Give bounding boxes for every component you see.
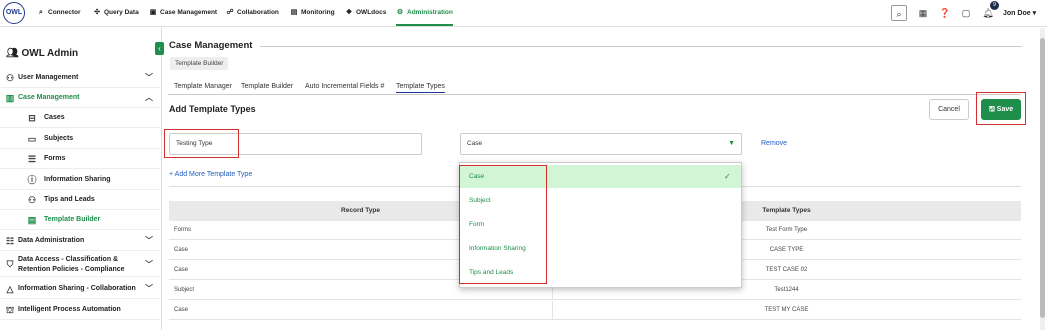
notification-badge: 9 — [990, 1, 999, 10]
nav-monitoring[interactable]: ▤ Monitoring — [290, 0, 335, 26]
check-icon: ✓ — [724, 172, 731, 181]
dropdown-option-information-sharing[interactable]: Information Sharing — [460, 237, 741, 260]
title-divider — [260, 46, 1022, 47]
tab-template-builder[interactable]: Template Builder — [241, 83, 293, 90]
record-type-select[interactable]: Case ▼ — [460, 133, 742, 155]
admin-icon: ⚙ — [396, 9, 404, 16]
shield-icon: ⛉ — [6, 259, 14, 269]
owl-logo[interactable]: OWL — [3, 2, 25, 24]
sidebar-item-case-management[interactable]: ▥ Case Management ︿ — [0, 88, 160, 108]
database-icon: ☷ — [5, 236, 15, 246]
sidebar-item-subjects[interactable]: ▭ Subjects — [0, 129, 160, 149]
tab-bar: Template Manager Template Builder Auto I… — [168, 80, 1021, 95]
cell-template-type: TEST MY CASE — [764, 307, 809, 313]
calendar-icon[interactable]: ▦ — [915, 5, 931, 21]
sidebar-item-forms[interactable]: ☰ Forms — [0, 149, 160, 169]
chevron-up-icon: ︿ — [145, 93, 153, 102]
scrollbar-thumb[interactable] — [1040, 38, 1045, 318]
tab-auto-incremental-fields[interactable]: Auto Incremental Fields # — [305, 83, 384, 90]
sidebar-title: 👥︎ OWL Admin — [6, 48, 79, 59]
form-icon: ☰ — [27, 154, 37, 164]
sidebar-item-intelligent-process-automation[interactable]: ⛫ Intelligent Process Automation — [0, 300, 160, 320]
remove-link[interactable]: Remove — [761, 140, 787, 147]
search-icon[interactable]: ⌕ — [891, 5, 907, 21]
briefcase-icon: ⊟ — [28, 113, 36, 123]
dropdown-option-case[interactable]: Case ✓ — [460, 165, 741, 188]
cell-record-type: Subject — [174, 287, 195, 293]
breadcrumb[interactable]: Template Builder — [170, 57, 229, 70]
sidebar-item-cases[interactable]: ⊟ Cases — [0, 108, 160, 128]
people-icon: ⚇ — [27, 195, 37, 205]
add-more-template-type-link[interactable]: + Add More Template Type — [169, 171, 252, 178]
nav-owldocs[interactable]: ❖ OWLdocs — [345, 0, 386, 26]
admin-users-icon: 👥︎ — [6, 48, 19, 59]
cell-record-type: Case — [174, 247, 189, 253]
sidebar-item-tips-and-leads[interactable]: ⚇ Tips and Leads — [0, 190, 160, 210]
chevron-down-icon: ﹀ — [145, 236, 153, 245]
dropdown-option-subject[interactable]: Subject — [460, 189, 741, 212]
page-title: Case Management — [169, 40, 253, 51]
sidebar-item-template-builder[interactable]: ▤ Template Builder — [0, 210, 160, 230]
sidebar-item-data-access[interactable]: ⛉ Data Access - Classification & Retentio… — [0, 252, 160, 277]
chevron-down-icon: ﹀ — [145, 284, 153, 293]
sidebar-item-information-sharing-collaboration[interactable]: △ Information Sharing - Collaboration ﹀ — [0, 279, 160, 299]
info-icon: ⓘ — [27, 175, 37, 185]
inbox-icon[interactable]: ▢ — [958, 5, 974, 21]
chevron-down-icon: ▾ — [1032, 10, 1037, 17]
section-title: Add Template Types — [169, 104, 256, 114]
caret-down-icon: ▼ — [728, 140, 735, 147]
nav-query-data[interactable]: ✣ Query Data — [93, 0, 139, 26]
cell-record-type: Case — [174, 267, 189, 273]
users-icon: ⚇ — [5, 73, 15, 83]
sidebar-item-data-administration[interactable]: ☷ Data Administration ﹀ — [0, 231, 160, 251]
automation-icon: ⛫ — [5, 305, 15, 315]
nav-administration[interactable]: ⚙ Administration — [396, 0, 453, 26]
chevron-down-icon: ﹀ — [145, 73, 153, 82]
dropdown-option-tips-and-leads[interactable]: Tips and Leads — [460, 261, 741, 284]
docs-icon: ❖ — [345, 9, 353, 16]
record-type-dropdown: Case ✓ Subject Form Information Sharing … — [459, 162, 742, 288]
folder-icon: ▭ — [27, 134, 37, 144]
folder-icon: ▣ — [149, 9, 157, 16]
user-menu[interactable]: Jon Doe ▾ — [1003, 0, 1036, 27]
cancel-button[interactable]: Cancel — [929, 99, 969, 120]
move-icon: ✣ — [94, 9, 100, 16]
bell-icon[interactable]: 🔔︎ 9 — [980, 1, 999, 21]
top-navbar: OWL ⌕ Connector ✣ Query Data ▣ Case Managem… — [0, 0, 1047, 27]
help-icon[interactable]: ❓ — [937, 5, 953, 21]
people-icon: ☍ — [226, 9, 234, 16]
template-type-input[interactable]: Testing Type — [169, 133, 422, 155]
nav-collaboration[interactable]: ☍ Collaboration — [226, 0, 278, 26]
dropdown-option-form[interactable]: Form — [460, 213, 741, 236]
share-icon: △ — [6, 284, 14, 294]
save-button[interactable]: 🖫︎ Save — [981, 99, 1021, 120]
nav-case-management[interactable]: ▣ Case Management — [149, 0, 217, 26]
books-icon: ▥ — [5, 93, 15, 103]
template-icon: ▤ — [27, 215, 37, 225]
scrollbar[interactable] — [1040, 28, 1045, 330]
save-icon: 🖫︎ — [988, 106, 995, 113]
monitor-icon: ▤ — [290, 9, 298, 16]
tab-template-manager[interactable]: Template Manager — [174, 83, 232, 90]
table-row[interactable]: Case TEST MY CASE — [169, 301, 1021, 320]
sidebar-item-user-management[interactable]: ⚇ User Management ﹀ — [0, 68, 160, 88]
tab-template-types[interactable]: Template Types — [396, 83, 445, 93]
nav-connector[interactable]: ⌕ Connector — [37, 0, 80, 26]
chevron-down-icon: ﹀ — [145, 260, 153, 269]
search-icon: ⌕ — [39, 9, 43, 16]
collapse-sidebar-icon[interactable]: ‹ — [155, 42, 164, 55]
sidebar-item-information-sharing[interactable]: ⓘ Information Sharing — [0, 170, 160, 190]
cell-record-type: Forms — [174, 227, 191, 233]
cell-record-type: Case — [174, 307, 189, 313]
